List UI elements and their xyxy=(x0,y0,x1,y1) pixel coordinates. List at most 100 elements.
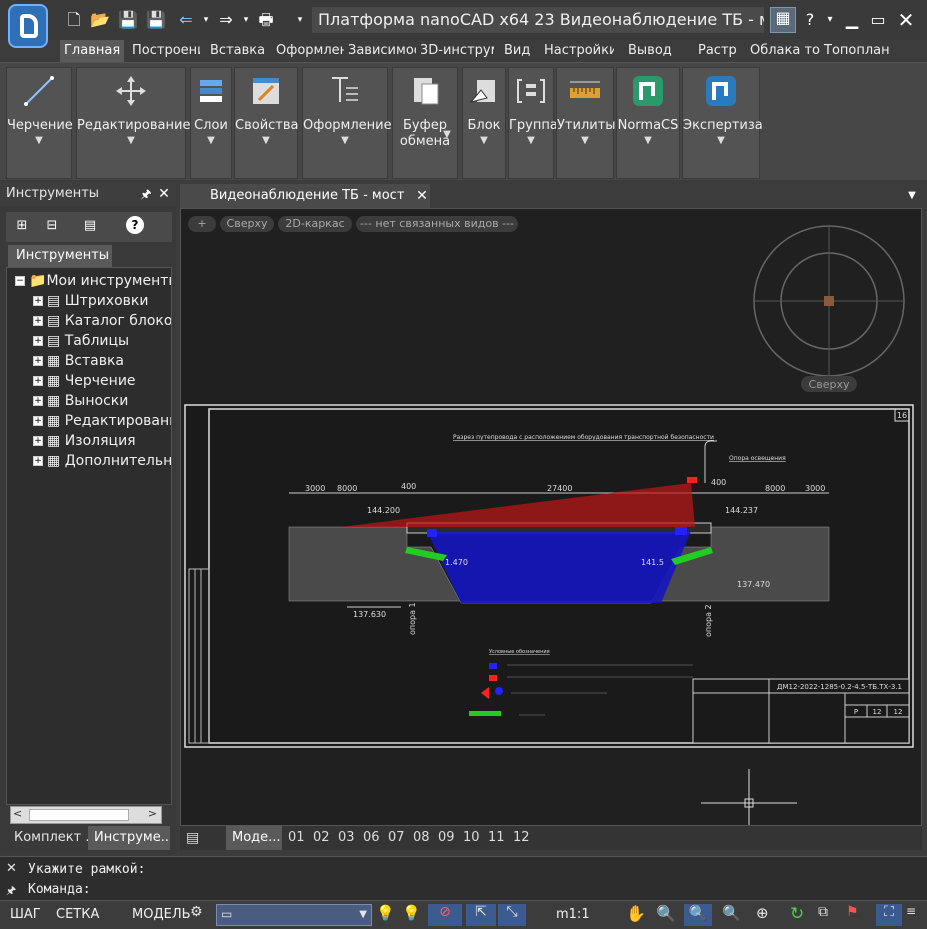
list-view-icon[interactable]: ▤ xyxy=(80,216,100,236)
help-dropdown-icon[interactable]: ▾ xyxy=(820,10,840,30)
save-as-icon[interactable]: 💾 xyxy=(146,10,166,30)
ribbon-group-group[interactable]: Группа ▼ xyxy=(508,67,558,179)
regenerate-icon[interactable]: ↻ xyxy=(790,904,812,926)
ribbon-group-layers[interactable]: Слои ▼ xyxy=(190,67,232,179)
help-icon[interactable]: ? xyxy=(126,216,144,234)
undo-dropdown-icon[interactable]: ▾ xyxy=(196,10,216,30)
minimize-icon[interactable]: ▁ xyxy=(842,10,862,30)
orbit-icon[interactable]: ⊕ xyxy=(756,904,778,926)
hierarchy-icon[interactable]: ⊟ xyxy=(42,216,62,236)
snap-toggle[interactable]: ШАГ xyxy=(10,901,41,929)
tab-annotate[interactable]: Оформлени xyxy=(272,40,344,62)
tree-item[interactable]: + ▤ Штриховки xyxy=(33,292,171,310)
tab-sheet-set[interactable]: Комплект ... xyxy=(8,826,88,850)
annotation-scale-icon[interactable]: ⚙ xyxy=(190,904,212,926)
scale-readout[interactable]: m1:1 xyxy=(556,901,590,929)
print-icon[interactable]: 🖶 xyxy=(256,10,276,30)
undo-icon[interactable]: ⇐ xyxy=(176,10,196,30)
document-close-icon[interactable]: ✕ xyxy=(412,186,432,206)
tree-item[interactable]: + ▤ Каталог блоко xyxy=(33,312,171,330)
viewport-menu-button[interactable]: + xyxy=(188,216,216,232)
layout-tab[interactable]: 03 xyxy=(338,826,355,850)
panel-close-icon[interactable]: ✕ xyxy=(154,184,174,204)
isolate-objects-icon[interactable]: ⚑ xyxy=(846,904,868,926)
tree-root[interactable]: − 📁Мои инструменты xyxy=(15,272,171,290)
layout-tab[interactable]: 12 xyxy=(513,826,530,850)
ribbon-group-properties[interactable]: Свойства ▼ xyxy=(234,67,299,179)
tree-item[interactable]: + ▦ Черчение xyxy=(33,372,171,390)
tree-item[interactable]: + ▤ Таблицы xyxy=(33,332,171,350)
layout-tab[interactable]: 02 xyxy=(313,826,330,850)
open-folder-icon[interactable]: 📂 xyxy=(90,10,110,30)
tree-item[interactable]: + ▦ Выноски xyxy=(33,392,171,410)
ribbon-group-edit[interactable]: Редактирование ▼ xyxy=(76,67,190,179)
tab-3d-tools[interactable]: 3D-инструм xyxy=(416,40,494,62)
zoom-previous-icon[interactable]: 🔍 xyxy=(722,904,744,926)
tab-constraints[interactable]: Зависимос xyxy=(344,40,416,62)
command-line[interactable]: ✕ 🖈 Укажите рамкой: Команда: xyxy=(0,856,927,900)
zoom-window-icon[interactable]: 🔍 xyxy=(684,904,712,926)
tabs-dropdown-icon[interactable]: ▼ xyxy=(902,186,922,206)
maximize-icon[interactable]: ▭ xyxy=(868,10,888,30)
status-bar-menu-icon[interactable]: ≡ xyxy=(906,904,927,926)
ribbon-group-utilities[interactable]: Утилиты ▼ xyxy=(556,67,616,179)
layout-tab[interactable]: 07 xyxy=(388,826,405,850)
scroll-right-icon[interactable]: > xyxy=(148,807,157,820)
ribbon-group-annotation[interactable]: Оформление ▼ xyxy=(302,67,392,179)
tree-item[interactable]: + ▦ Изоляция xyxy=(33,432,171,450)
ribbon-group-expertise[interactable]: Экспертиза ▼ xyxy=(682,67,763,179)
pin-icon[interactable]: 🖈 xyxy=(136,184,156,204)
layer-dropdown[interactable]: ▭ ▼ xyxy=(216,904,372,926)
scroll-left-icon[interactable]: < xyxy=(13,807,22,820)
visual-style-button[interactable]: 2D-каркас xyxy=(278,216,352,232)
tab-topoplan[interactable]: Топоплан xyxy=(820,40,890,62)
quick-access-dropdown-icon[interactable]: ▾ xyxy=(290,10,310,30)
redo-icon[interactable]: ⇒ xyxy=(216,10,236,30)
tab-raster[interactable]: Растр xyxy=(694,40,746,62)
layout-tab[interactable]: 09 xyxy=(438,826,455,850)
light-bulb-icon[interactable]: 💡 xyxy=(402,904,424,926)
layout-tab[interactable]: 06 xyxy=(363,826,380,850)
document-tab[interactable]: Видеонаблюдение ТБ - мост xyxy=(180,184,430,208)
viewports-icon[interactable]: ⧉ xyxy=(818,904,840,926)
viewcube[interactable]: Сверху xyxy=(753,225,905,392)
tab-output[interactable]: Вывод xyxy=(624,40,686,62)
command-pin-icon[interactable]: 🖈 xyxy=(6,882,16,901)
tab-home[interactable]: Главная xyxy=(60,40,124,62)
command-close-icon[interactable]: ✕ xyxy=(6,861,17,876)
dynamic-input-icon[interactable]: ⤡ xyxy=(498,904,526,926)
model-space-toggle[interactable]: МОДЕЛЬ xyxy=(132,901,191,929)
tab-tools[interactable]: Инструменты xyxy=(8,245,112,267)
tree-item[interactable]: + ▦ Дополнительн xyxy=(33,452,171,470)
tab-view[interactable]: Вид xyxy=(500,40,540,62)
layout-tab[interactable]: 11 xyxy=(488,826,505,850)
tab-construct[interactable]: Построени xyxy=(128,40,200,62)
scrollbar-thumb[interactable] xyxy=(29,809,129,821)
tab-model[interactable]: Моде... xyxy=(226,826,282,850)
save-icon[interactable]: 💾 xyxy=(118,10,138,30)
tree-item[interactable]: + ▦ Вставка xyxy=(33,352,171,370)
app-logo-icon[interactable] xyxy=(8,4,48,48)
pan-hand-icon[interactable]: ✋ xyxy=(626,904,648,926)
tab-point-clouds[interactable]: Облака точ xyxy=(746,40,820,62)
layer-light-icon[interactable]: 💡 xyxy=(376,904,398,926)
tab-tools-bottom[interactable]: Инструме... xyxy=(88,826,170,850)
select-cursor-icon[interactable]: ⇱ xyxy=(466,904,496,926)
layout-tab[interactable]: 08 xyxy=(413,826,430,850)
layout-tab[interactable]: 10 xyxy=(463,826,480,850)
layouts-list-icon[interactable]: ▤ xyxy=(186,826,204,850)
linked-views-button[interactable]: --- нет связанных видов --- xyxy=(356,216,518,232)
help-icon[interactable]: ? xyxy=(800,10,820,30)
tab-insert[interactable]: Вставка xyxy=(206,40,272,62)
new-file-icon[interactable]: 🗋 xyxy=(64,10,84,30)
view-direction-button[interactable]: Сверху xyxy=(220,216,274,232)
grid-toggle[interactable]: СЕТКА xyxy=(56,901,99,929)
object-snap-icon[interactable]: ⊘ xyxy=(428,904,462,926)
horizontal-scrollbar[interactable]: < > xyxy=(10,806,162,824)
close-icon[interactable]: ✕ xyxy=(896,10,916,30)
tree-view-icon[interactable]: ⊞ xyxy=(12,216,32,236)
drawing-viewport[interactable]: Сверху 16 Разрез путепровода с расположе… xyxy=(180,208,922,826)
ribbon-group-normacs[interactable]: NormaCS ▼ xyxy=(616,67,680,179)
ribbon-group-block[interactable]: Блок ▼ xyxy=(462,67,506,179)
tree-item[interactable]: + ▦ Редактировани xyxy=(33,412,171,430)
